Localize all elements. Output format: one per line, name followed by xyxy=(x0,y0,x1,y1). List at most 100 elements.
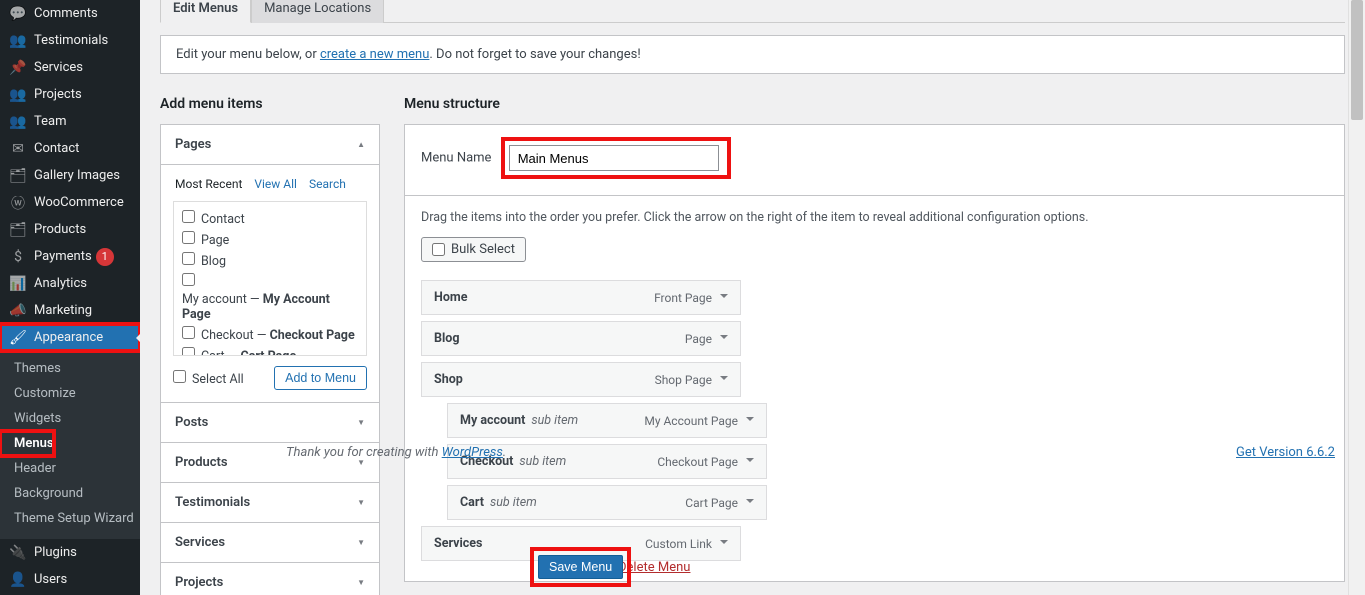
metabox-title: Services xyxy=(175,535,225,550)
menu-item-left: Home xyxy=(434,290,467,305)
projects-icon: 👥 xyxy=(8,87,28,103)
page-checkbox[interactable] xyxy=(182,252,195,265)
sidebar-item-projects[interactable]: 👥Projects xyxy=(0,81,140,108)
footer-wordpress-link[interactable]: WordPress xyxy=(442,445,503,460)
chevron-down-icon[interactable] xyxy=(720,294,728,302)
version-link[interactable]: Get Version 6.6.2 xyxy=(1236,445,1335,460)
menu-item[interactable]: BlogPage xyxy=(421,321,741,356)
menu-item[interactable]: HomeFront Page xyxy=(421,280,741,315)
menu-structure-title: Menu structure xyxy=(404,96,1345,112)
sidebar-item-label: Appearance xyxy=(34,330,103,345)
posts-metabox-header[interactable]: Posts ▼ xyxy=(161,403,379,442)
sidebar-subitem-customize[interactable]: Customize xyxy=(0,381,140,406)
chevron-down-icon[interactable] xyxy=(720,540,728,548)
sidebar-subitem-theme-setup-wizard[interactable]: Theme Setup Wizard xyxy=(0,506,140,531)
sidebar-item-comments[interactable]: 💬Comments xyxy=(0,0,140,27)
pages-tab-recent[interactable]: Most Recent xyxy=(175,177,242,191)
sidebar-item-plugins[interactable]: 🔌Plugins xyxy=(0,539,140,566)
sidebar-subitem-widgets[interactable]: Widgets xyxy=(0,406,140,431)
menu-name-input[interactable] xyxy=(509,145,719,171)
sidebar-item-users[interactable]: 👤Users xyxy=(0,566,140,593)
chevron-down-icon[interactable] xyxy=(720,335,728,343)
page-row[interactable]: Blog xyxy=(182,250,358,271)
main-scrollbar[interactable] xyxy=(1348,0,1365,595)
footer-thanks: Thank you for creating with WordPress. xyxy=(286,445,506,460)
page-checkbox[interactable] xyxy=(182,347,195,356)
pages-metabox-header[interactable]: Pages ▲ xyxy=(161,125,379,165)
triangle-down-icon: ▼ xyxy=(357,418,365,427)
sidebar-item-marketing[interactable]: 📣Marketing xyxy=(0,297,140,324)
admin-sidebar: 💬Comments👥Testimonials📌Services👥Projects… xyxy=(0,0,140,595)
services-metabox-header[interactable]: Services▼ xyxy=(161,523,379,562)
add-to-menu-button[interactable]: Add to Menu xyxy=(274,366,367,390)
triangle-down-icon: ▼ xyxy=(357,578,365,587)
menu-item-type: My Account Page xyxy=(644,414,738,428)
pages-tab-search[interactable]: Search xyxy=(309,177,346,191)
menu-tabs: Edit Menus Manage Locations xyxy=(160,0,1345,23)
page-checkbox[interactable] xyxy=(182,231,195,244)
sidebar-item-gallery-images[interactable]: 🗂Gallery Images xyxy=(0,162,140,189)
page-label: Contact xyxy=(201,212,245,227)
tab-edit-menus[interactable]: Edit Menus xyxy=(160,0,251,23)
chevron-down-icon[interactable] xyxy=(746,458,754,466)
sidebar-item-services[interactable]: 📌Services xyxy=(0,54,140,81)
page-checkbox[interactable] xyxy=(182,326,195,339)
chevron-down-icon[interactable] xyxy=(746,417,754,425)
page-row[interactable]: Cart — Cart Page xyxy=(182,345,358,356)
gallery-images-icon: 🗂 xyxy=(8,168,28,184)
menu-item[interactable]: My account sub item My Account Page xyxy=(447,403,767,438)
page-row[interactable]: Page xyxy=(182,229,358,250)
sidebar-subitem-background[interactable]: Background xyxy=(0,481,140,506)
scrollbar-thumb[interactable] xyxy=(1351,0,1363,120)
metabox-title: Posts xyxy=(175,415,208,430)
page-row[interactable]: My account — My Account Page xyxy=(182,271,358,324)
page-checkbox[interactable] xyxy=(182,273,195,286)
pages-scroll-list[interactable]: Contact Page Blog My account — My Account P… xyxy=(173,201,367,356)
payments-icon: $ xyxy=(8,249,28,265)
chevron-down-icon[interactable] xyxy=(720,376,728,384)
menu-item-title: My account xyxy=(460,413,525,428)
sidebar-item-analytics[interactable]: 📊Analytics xyxy=(0,270,140,297)
sidebar-item-team[interactable]: 👥Team xyxy=(0,108,140,135)
bulk-select-row[interactable]: Bulk Select xyxy=(421,237,526,262)
projects-metabox-header[interactable]: Projects▼ xyxy=(161,563,379,595)
page-label: Blog xyxy=(201,254,226,269)
testimonials-metabox-header[interactable]: Testimonials▼ xyxy=(161,483,379,522)
tab-manage-locations[interactable]: Manage Locations xyxy=(251,0,384,23)
create-new-menu-link[interactable]: create a new menu xyxy=(320,47,429,62)
pages-metabox-body: Most Recent View All Search Contact Page B… xyxy=(161,165,379,402)
sidebar-item-payments[interactable]: $Payments1 xyxy=(0,243,140,270)
testimonials-icon: 👥 xyxy=(8,33,28,49)
menu-item-left: My account sub item xyxy=(460,413,578,428)
menu-item-title: Shop xyxy=(434,372,463,387)
save-menu-highlight: Save Menu xyxy=(530,547,631,587)
sidebar-item-label: Contact xyxy=(34,141,79,156)
page-row[interactable]: Checkout — Checkout Page xyxy=(182,324,358,345)
page-checkbox[interactable] xyxy=(182,210,195,223)
select-all-row[interactable]: Select All xyxy=(173,368,244,389)
drag-hint: Drag the items into the order you prefer… xyxy=(421,210,1328,225)
add-menu-items-title: Add menu items xyxy=(160,96,380,112)
page-row[interactable]: Contact xyxy=(182,208,358,229)
sidebar-item-woocommerce[interactable]: ⓦWooCommerce xyxy=(0,189,140,216)
pages-tab-all[interactable]: View All xyxy=(254,177,297,191)
select-all-checkbox[interactable] xyxy=(173,370,186,383)
sidebar-item-testimonials[interactable]: 👥Testimonials xyxy=(0,27,140,54)
menu-item-type: Page xyxy=(685,332,712,346)
sidebar-item-products[interactable]: 🗂Products xyxy=(0,216,140,243)
sidebar-subitem-header[interactable]: Header xyxy=(0,456,140,481)
menu-item-right: My Account Page xyxy=(644,414,754,428)
sidebar-item-appearance[interactable]: 🖌Appearance xyxy=(0,324,140,351)
sidebar-item-label: Products xyxy=(34,222,86,237)
menu-item[interactable]: Cart sub itemCart Page xyxy=(447,485,767,520)
sidebar-subitem-menus[interactable]: Menus xyxy=(0,431,54,456)
menu-item[interactable]: ShopShop Page xyxy=(421,362,741,397)
sidebar-item-contact[interactable]: ✉Contact xyxy=(0,135,140,162)
bulk-select-checkbox[interactable] xyxy=(432,243,445,256)
save-menu-button[interactable]: Save Menu xyxy=(538,555,623,579)
sidebar-subitem-themes[interactable]: Themes xyxy=(0,356,140,381)
menu-item-type: Checkout Page xyxy=(657,455,738,469)
page-label: Checkout — Checkout Page xyxy=(201,328,355,343)
pages-metabox-title: Pages xyxy=(175,137,211,152)
chevron-down-icon[interactable] xyxy=(746,499,754,507)
